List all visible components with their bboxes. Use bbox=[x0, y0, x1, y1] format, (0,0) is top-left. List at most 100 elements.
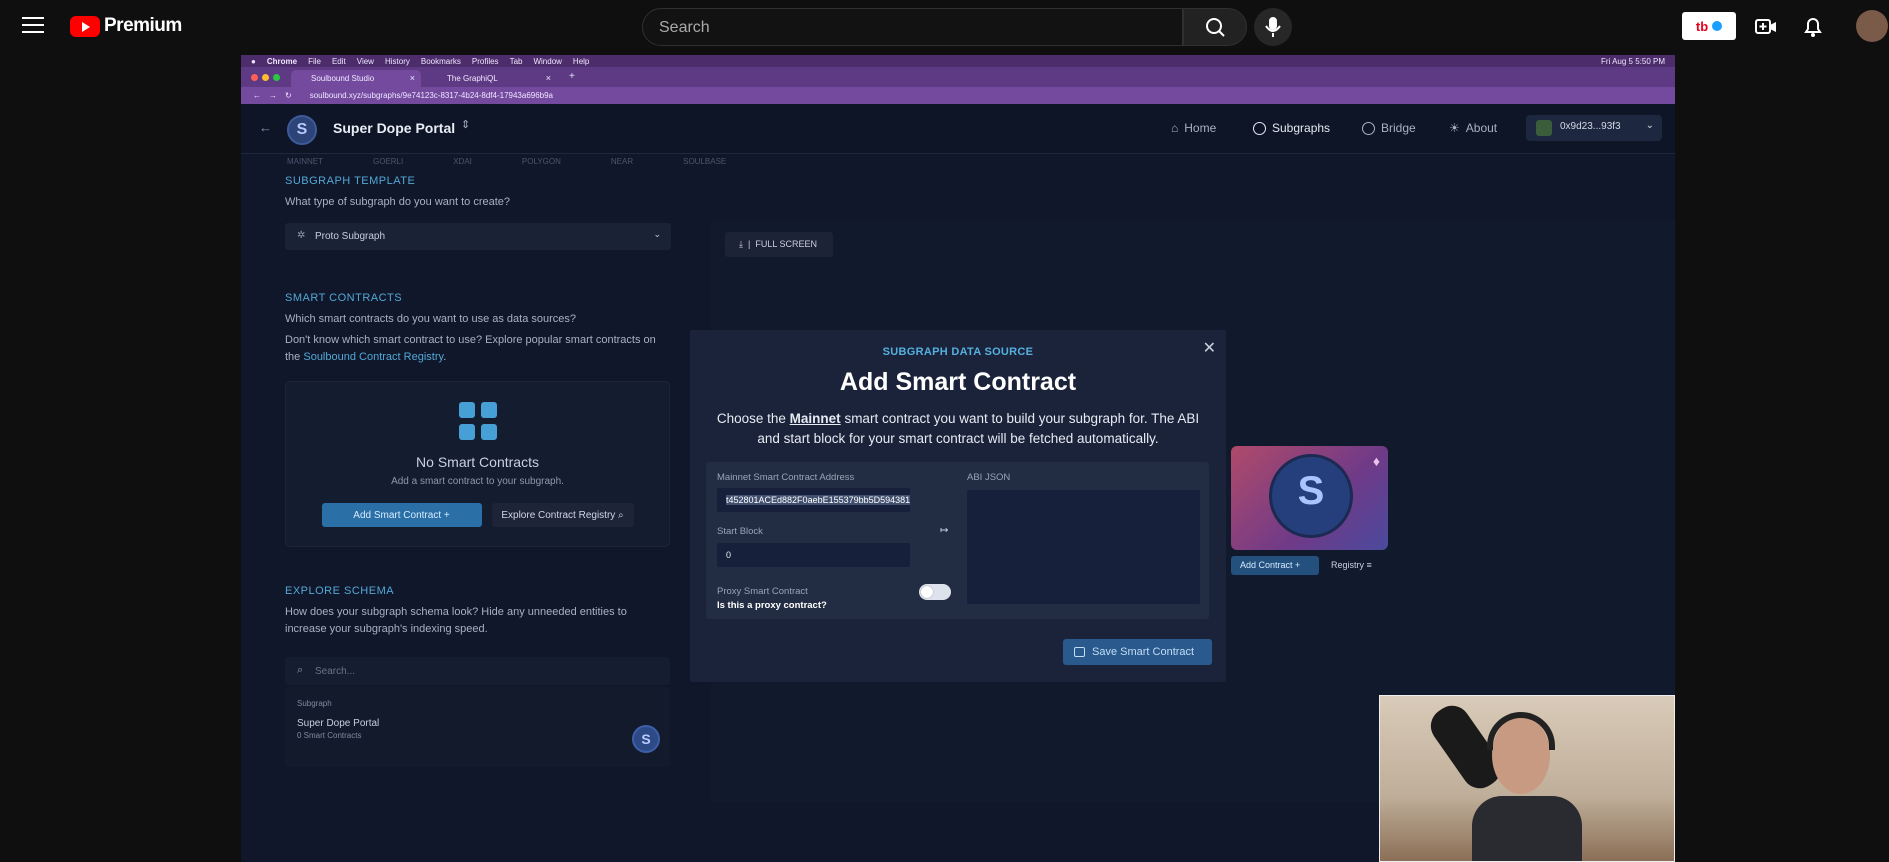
notifications-bell-icon[interactable] bbox=[1801, 16, 1825, 38]
mac-menu-item[interactable]: History bbox=[385, 57, 410, 66]
modal-network: Mainnet bbox=[789, 411, 841, 426]
template-section-label: SUBGRAPH TEMPLATE bbox=[285, 175, 416, 187]
mac-menu-item[interactable]: File bbox=[308, 57, 321, 66]
list-search-icon: ≡ bbox=[1366, 560, 1372, 570]
user-avatar[interactable] bbox=[1856, 10, 1888, 42]
subgraph-list: Subgraph Super Dope Portal 0 Smart Contr… bbox=[285, 687, 670, 767]
soulbound-logo-icon: S bbox=[1269, 454, 1353, 538]
menu-icon[interactable] bbox=[22, 17, 44, 35]
window-zoom-icon[interactable] bbox=[273, 74, 280, 81]
portal-switch-icon[interactable]: ⇕ bbox=[461, 118, 470, 131]
chain-tab[interactable]: NEAR bbox=[611, 157, 633, 166]
contracts-hint-suffix: . bbox=[443, 351, 447, 363]
chain-tab[interactable]: GOERLI bbox=[373, 157, 403, 166]
mac-menu-item[interactable]: View bbox=[357, 57, 374, 66]
mac-menu-item[interactable]: Tab bbox=[510, 57, 523, 66]
schema-search-input[interactable]: ⌕ Search... bbox=[285, 657, 670, 685]
nav-label: About bbox=[1465, 121, 1498, 135]
youtube-top-bar: Premium Search tb bbox=[0, 0, 1889, 54]
nav-bridge[interactable]: Bridge bbox=[1362, 121, 1416, 135]
presenter-body bbox=[1472, 796, 1582, 861]
chain-tab[interactable]: SOULBASE bbox=[683, 157, 726, 166]
tab-close-icon[interactable]: × bbox=[546, 73, 551, 83]
mac-clock: Fri Aug 5 5:50 PM bbox=[1600, 56, 1665, 66]
config-panel: SUBGRAPH TEMPLATE What type of subgraph … bbox=[285, 175, 671, 767]
browser-tab[interactable]: The GraphiQL × bbox=[427, 70, 557, 87]
add-smart-contract-button[interactable]: Add Smart Contract + bbox=[321, 503, 482, 527]
template-select[interactable]: ✲ Proto Subgraph ⌄ bbox=[285, 223, 671, 250]
window-close-icon[interactable] bbox=[251, 74, 258, 81]
empty-subtitle: Add a smart contract to your subgraph. bbox=[391, 476, 564, 487]
partner-logo[interactable]: tb bbox=[1682, 12, 1736, 40]
start-block-field[interactable]: 0 bbox=[717, 543, 910, 567]
partner-dot-icon bbox=[1712, 21, 1723, 31]
mac-menu-item[interactable]: Help bbox=[573, 57, 589, 66]
chain-tab[interactable]: MAINNET bbox=[287, 157, 323, 166]
gear-icon: ✲ bbox=[297, 230, 306, 241]
subgraph-list-header: Subgraph bbox=[297, 699, 332, 708]
chevron-down-icon: ⌄ bbox=[653, 229, 661, 239]
mac-menu-item[interactable]: Window bbox=[533, 57, 561, 66]
template-question: What type of subgraph do you want to cre… bbox=[285, 196, 511, 208]
add-contract-button[interactable]: Add Contract + bbox=[1231, 556, 1319, 575]
subgraph-preview-card[interactable]: S ♦ bbox=[1231, 446, 1388, 550]
nav-home[interactable]: ⌂ Home bbox=[1171, 121, 1216, 135]
registry-link[interactable]: Soulbound Contract Registry bbox=[303, 351, 443, 363]
browser-tab-label: Soulbound Studio bbox=[311, 74, 375, 83]
chain-tab[interactable]: XDAI bbox=[453, 157, 472, 166]
modal-desc-prefix: Choose the bbox=[716, 411, 790, 426]
modal-title: Add Smart Contract bbox=[839, 368, 1077, 396]
contract-form: Mainnet Smart Contract Address t452801AC… bbox=[706, 462, 1209, 619]
back-arrow-icon[interactable]: ← bbox=[259, 120, 272, 135]
url-field[interactable]: soulbound.xyz/subgraphs/9e74123c-8317-4b… bbox=[310, 91, 1590, 100]
browser-address-bar: ← → ↻ soulbound.xyz/subgraphs/9e74123c-8… bbox=[241, 87, 1675, 104]
nav-subgraphs[interactable]: Subgraphs bbox=[1253, 121, 1330, 135]
microphone-icon[interactable] bbox=[1254, 8, 1292, 46]
schema-section-label: EXPLORE SCHEMA bbox=[285, 585, 395, 597]
subgraphs-icon bbox=[1253, 121, 1266, 135]
save-smart-contract-button[interactable]: Save Smart Contract bbox=[1063, 639, 1212, 665]
subgraph-logo-icon: S bbox=[632, 725, 660, 753]
reload-icon[interactable]: ↻ bbox=[285, 91, 292, 100]
contract-address-field[interactable]: t452801ACEd882F0aebE155379bb5D594381 bbox=[717, 488, 911, 512]
bridge-icon bbox=[1362, 121, 1375, 135]
youtube-logo[interactable]: Premium bbox=[70, 15, 182, 37]
mac-menu-item[interactable]: Bookmarks bbox=[421, 57, 461, 66]
window-minimize-icon[interactable] bbox=[262, 74, 269, 81]
webcam-overlay bbox=[1379, 695, 1675, 862]
chevron-down-icon: ⌄ bbox=[1645, 120, 1654, 131]
portal-title[interactable]: Super Dope Portal bbox=[333, 120, 455, 136]
fullscreen-button[interactable]: ⤓ | FULL SCREEN bbox=[725, 232, 833, 257]
apple-icon[interactable]: ● bbox=[251, 57, 256, 66]
apps-add-icon bbox=[458, 402, 497, 440]
chain-tab[interactable]: POLYGON bbox=[522, 157, 561, 166]
wallet-address: 0x9d23...93f3 bbox=[1560, 121, 1621, 132]
new-tab-icon[interactable]: + bbox=[569, 71, 575, 82]
registry-button[interactable]: Registry ≡ bbox=[1323, 556, 1385, 575]
app-header: ← S Super Dope Portal ⇕ ⌂ Home Subgraphs… bbox=[241, 104, 1675, 154]
save-button-label: Save Smart Contract bbox=[1092, 646, 1195, 658]
tab-close-icon[interactable]: × bbox=[410, 73, 415, 83]
subgraph-item-name[interactable]: Super Dope Portal bbox=[297, 718, 658, 729]
home-icon: ⌂ bbox=[1171, 121, 1179, 135]
abi-json-textarea[interactable] bbox=[967, 490, 1200, 604]
browser-tab[interactable]: Soulbound Studio × bbox=[291, 70, 421, 87]
proxy-label: Proxy Smart Contract bbox=[717, 586, 808, 597]
proxy-toggle[interactable] bbox=[919, 584, 951, 600]
mac-menu-item[interactable]: Chrome bbox=[267, 57, 297, 66]
nav-back-icon[interactable]: ← bbox=[253, 91, 261, 100]
modal-kicker: SUBGRAPH DATA SOURCE bbox=[882, 346, 1034, 358]
mac-menu-item[interactable]: Profiles bbox=[472, 57, 499, 66]
browser-tab-strip: Soulbound Studio × The GraphiQL × + bbox=[241, 67, 1675, 87]
youtube-search-button[interactable] bbox=[1183, 8, 1247, 46]
nav-about[interactable]: ☀ About bbox=[1449, 121, 1497, 135]
contracts-section-label: SMART CONTRACTS bbox=[285, 292, 403, 304]
save-icon bbox=[1074, 647, 1085, 657]
nav-forward-icon[interactable]: → bbox=[269, 91, 277, 100]
youtube-search-input[interactable]: Search bbox=[642, 8, 1183, 46]
create-video-icon[interactable] bbox=[1754, 16, 1778, 38]
contracts-question: Which smart contracts do you want to use… bbox=[285, 313, 577, 325]
explore-registry-button[interactable]: Explore Contract Registry ⌕ bbox=[491, 503, 634, 527]
wallet-button[interactable]: 0x9d23...93f3 ⌄ bbox=[1526, 115, 1662, 141]
mac-menu-item[interactable]: Edit bbox=[332, 57, 346, 66]
